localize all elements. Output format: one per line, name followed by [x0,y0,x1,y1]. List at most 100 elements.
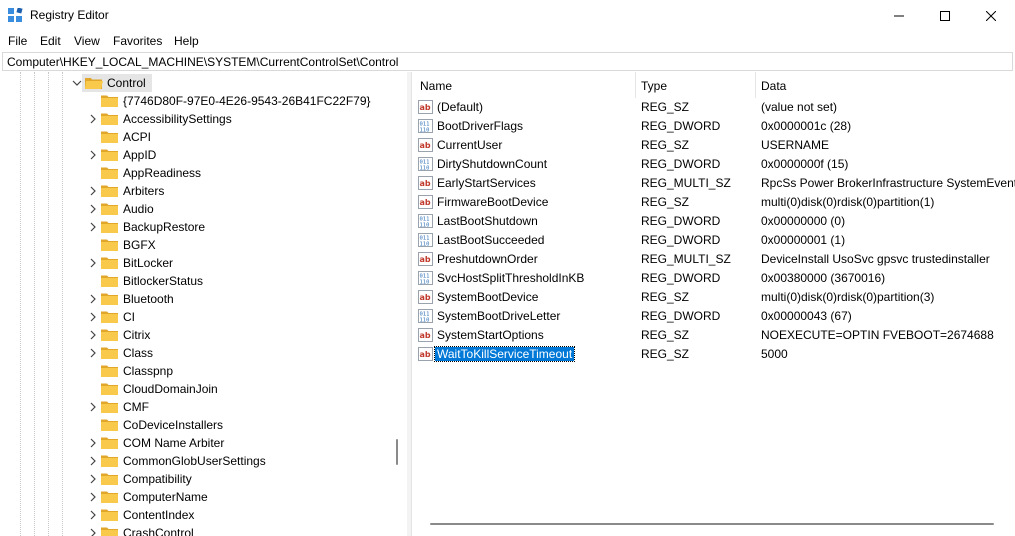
menu-edit[interactable]: Edit [40,34,61,48]
address-path[interactable]: Computer\HKEY_LOCAL_MACHINE\SYSTEM\Curre… [7,55,398,69]
tree-item-label: Classpnp [123,364,174,378]
chevron-right-icon[interactable] [88,204,98,214]
value-row[interactable]: ab CurrentUser REG_SZ USERNAME [412,136,1015,155]
value-row[interactable]: 011 110 LastBootSucceeded REG_DWORD 0x000000… [412,231,1015,250]
tree-item-label: BitlockerStatus [123,274,204,288]
value-name[interactable]: CurrentUser [435,138,504,152]
minimize-button[interactable] [876,0,922,31]
tree-item[interactable]: Classpnp [88,362,398,380]
tree-item[interactable]: Arbiters [88,182,398,200]
chevron-right-icon[interactable] [88,294,98,304]
value-row[interactable]: 011 110 DirtyShutdownCount REG_DWORD 0x00000… [412,155,1015,174]
tree-item[interactable]: CI [88,308,398,326]
chevron-right-icon[interactable] [88,474,98,484]
value-name[interactable]: LastBootSucceeded [435,233,546,247]
value-name[interactable]: DirtyShutdownCount [435,157,549,171]
tree-item[interactable]: Compatibility [88,470,398,488]
chevron-right-icon[interactable] [88,114,98,124]
tree-item[interactable]: BGFX [88,236,398,254]
value-row[interactable]: 011 110 SystemBootDriveLetter REG_DWORD 0x00… [412,307,1015,326]
chevron-down-icon[interactable] [72,78,82,88]
value-row[interactable]: 011 110 LastBootShutdown REG_DWORD 0x0000000… [412,212,1015,231]
folder-icon [101,527,118,536]
menu-help[interactable]: Help [174,34,199,48]
tree-item[interactable]: CoDeviceInstallers [88,416,398,434]
key-tree-pane[interactable]: Control {7746D80F-97E0-4E26-9543-26B41FC… [0,72,408,536]
value-name[interactable]: EarlyStartServices [435,176,538,190]
tree-item[interactable]: CloudDomainJoin [88,380,398,398]
tree-item[interactable]: ContentIndex [88,506,398,524]
chevron-right-icon[interactable] [88,510,98,520]
minimize-icon [894,15,904,16]
tree-item-control[interactable]: Control [70,74,370,92]
value-row[interactable]: ab SystemBootDevice REG_SZ multi(0)disk(0)r… [412,288,1015,307]
list-horizontal-scrollbar-thumb[interactable] [430,523,994,525]
svg-text:110: 110 [420,223,430,229]
chevron-right-icon[interactable] [88,330,98,340]
value-name[interactable]: SvcHostSplitThresholdInKB [435,271,586,285]
tree-item[interactable]: CommonGlobUserSettings [88,452,398,470]
chevron-right-icon[interactable] [88,456,98,466]
value-name[interactable]: FirmwareBootDevice [435,195,550,209]
chevron-right-icon[interactable] [88,438,98,448]
value-name[interactable]: SystemBootDriveLetter [435,309,562,323]
maximize-button[interactable] [922,0,968,31]
column-header-type[interactable]: Type [636,72,755,98]
value-name[interactable]: WaitToKillServiceTimeout [433,346,576,362]
chevron-right-icon[interactable] [88,258,98,268]
svg-text:ab: ab [420,179,431,188]
value-name[interactable]: (Default) [435,100,485,114]
tree-item[interactable]: Audio [88,200,398,218]
close-button[interactable] [968,0,1014,31]
menu-view[interactable]: View [74,34,100,48]
chevron-right-icon[interactable] [88,150,98,160]
tree-item[interactable]: BitlockerStatus [88,272,398,290]
menu-file[interactable]: File [8,34,27,48]
tree-item[interactable]: AppReadiness [88,164,398,182]
tree-item[interactable]: CrashControl [88,524,398,536]
value-row[interactable]: ab SystemStartOptions REG_SZ NOEXECUTE=OPT… [412,326,1015,345]
tree-item[interactable]: AccessibilitySettings [88,110,398,128]
chevron-right-icon[interactable] [88,402,98,412]
chevron-right-icon[interactable] [88,312,98,322]
chevron-right-icon[interactable] [88,222,98,232]
values-list-pane[interactable]: Name Type Data ab (Default) REG_SZ (value n… [411,72,1015,536]
value-row[interactable]: ab PreshutdownOrder REG_MULTI_SZ DeviceInst… [412,250,1015,269]
value-row[interactable]: ab EarlyStartServices REG_MULTI_SZ RpcSs Po… [412,174,1015,193]
address-bar[interactable]: Computer\HKEY_LOCAL_MACHINE\SYSTEM\Curre… [2,52,1013,71]
column-header-data[interactable]: Data [756,72,1015,98]
value-row[interactable]: 011 110 SvcHostSplitThresholdInKB REG_DWORD… [412,269,1015,288]
tree-item[interactable]: {7746D80F-97E0-4E26-9543-26B41FC22F79} [88,92,398,110]
chevron-right-icon[interactable] [88,348,98,358]
value-name[interactable]: PreshutdownOrder [435,252,540,266]
value-name[interactable]: LastBootShutdown [435,214,540,228]
value-name[interactable]: BootDriverFlags [435,119,525,133]
tree-item[interactable]: BitLocker [88,254,398,272]
value-row[interactable]: ab (Default) REG_SZ (value not set) [412,98,1015,117]
value-row[interactable]: ab FirmwareBootDevice REG_SZ multi(0)disk(0… [412,193,1015,212]
tree-item[interactable]: Bluetooth [88,290,398,308]
tree-item[interactable]: ComputerName [88,488,398,506]
tree-item[interactable]: BackupRestore [88,218,398,236]
tree-item[interactable]: COM Name Arbiter [88,434,398,452]
menu-favorites[interactable]: Favorites [113,34,162,48]
tree-item[interactable]: CMF [88,398,398,416]
value-name[interactable]: SystemStartOptions [435,328,546,342]
tree-item[interactable]: AppID [88,146,398,164]
maximize-icon [940,10,950,21]
value-row[interactable]: ab WaitToKillServiceTimeout REG_SZ 5000 [412,345,1015,364]
tree-item[interactable]: Citrix [88,326,398,344]
column-header-name[interactable]: Name [412,72,635,98]
tree-scrollbar-thumb[interactable] [396,439,398,465]
tree-item[interactable]: Class [88,344,398,362]
chevron-right-icon[interactable] [88,186,98,196]
tree-item[interactable]: ACPI [88,128,398,146]
value-name[interactable]: SystemBootDevice [435,290,540,304]
value-row[interactable]: 011 110 BootDriverFlags REG_DWORD 0x0000001c… [412,117,1015,136]
tree-item-label: CrashControl [123,526,194,536]
binary-value-icon: 011110 [418,157,433,171]
chevron-right-icon[interactable] [88,492,98,502]
value-type: REG_SZ [641,290,690,304]
chevron-right-icon[interactable] [88,528,98,536]
folder-icon [101,131,118,143]
